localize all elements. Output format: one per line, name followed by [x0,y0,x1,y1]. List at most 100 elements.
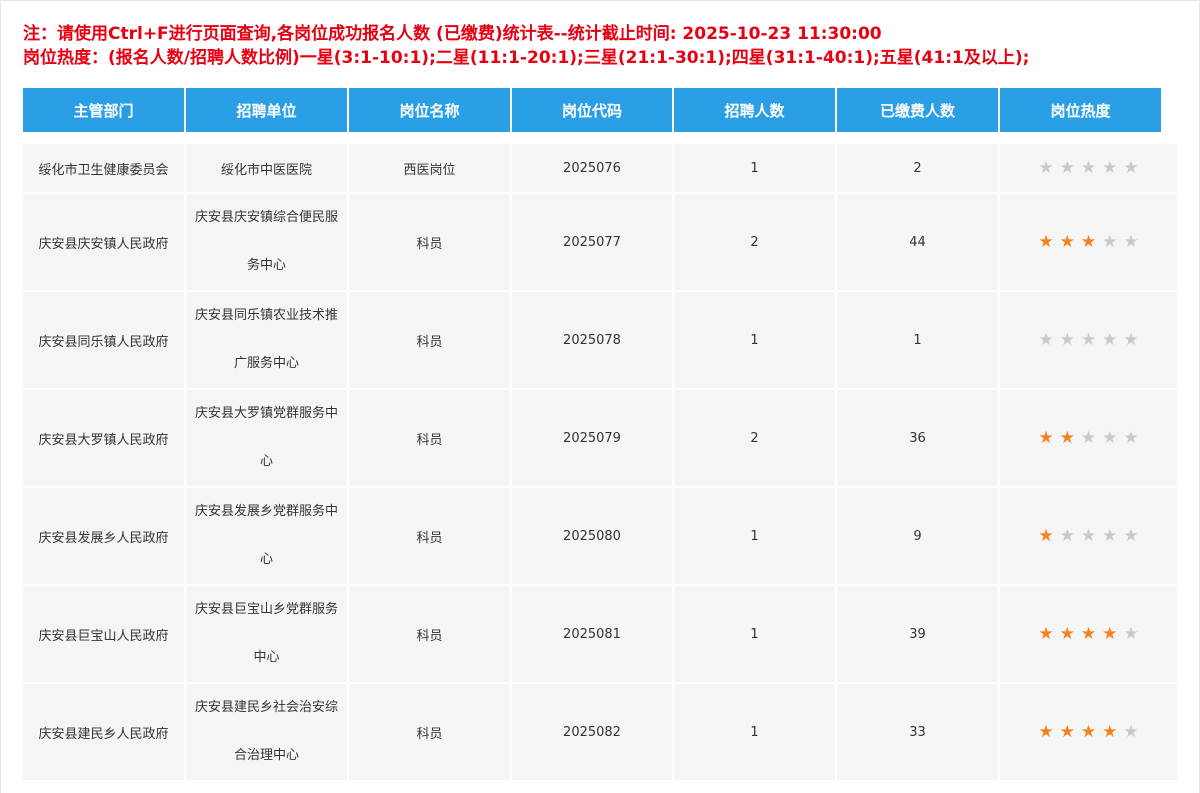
code-cell: 2025079 [512,390,674,486]
code-cell-text: 2025079 [563,430,621,446]
hires-cell: 1 [674,292,837,388]
notice-line-2: 岗位热度：(报名人数/招聘人数比例)一星(3:1-10:1);二星(11:1-2… [23,48,1030,68]
paid-cell-text: 2 [913,160,922,176]
paid-cell: 2 [837,144,1000,192]
notice-line-1: 注：请使用Ctrl+F进行页面查询,各岗位成功报名人数 (已缴费)统计表--统计… [23,24,882,44]
paid-cell: 39 [837,586,1000,682]
dept-cell-text: 庆安县巨宝山人民政府 [38,628,169,644]
table-row: 庆安县庆安镇人民政府 庆安县庆安镇综合便民服务中心 科员 2025077 2 44 ★ ★ ★ ★… [23,194,1177,292]
header-dept: 主管部门 [23,88,186,132]
star-icon: ★ [1080,329,1097,350]
heat-cell: ★ ★ ★ ★ ★ [1000,488,1177,584]
star-icon: ★ [1038,427,1054,448]
paid-cell-text: 36 [909,430,926,446]
dept-cell-text: 庆安县大罗镇人民政府 [38,432,169,448]
dept-cell-text: 庆安县发展乡人民政府 [38,530,169,546]
star-icon: ★ [1123,623,1139,644]
star-icon: ★ [1123,427,1139,448]
code-cell-text: 2025082 [563,724,621,740]
star-icon: ★ [1038,623,1054,644]
unit-cell: 庆安县同乐镇农业技术推广服务中心 [186,292,349,388]
star-icon: ★ [1123,329,1139,350]
header-hires: 招聘人数 [674,88,837,132]
star-icon: ★ [1123,525,1139,546]
star-icon: ★ [1080,721,1097,742]
paid-cell: 44 [837,194,1000,290]
heat-cell: ★ ★ ★ ★ ★ [1000,586,1177,682]
dept-cell: 庆安县大罗镇人民政府 [23,390,186,486]
unit-cell: 庆安县发展乡党群服务中心 [186,488,349,584]
unit-cell-text: 庆安县巨宝山乡党群服务中心 [194,602,338,665]
position-cell: 科员 [349,586,512,682]
position-cell-text: 科员 [416,628,443,644]
dept-cell-text: 庆安县庆安镇人民政府 [38,236,169,252]
hires-cell: 2 [674,390,837,486]
star-icon: ★ [1059,525,1075,546]
star-icon: ★ [1038,157,1054,178]
dept-cell-text: 庆安县建民乡人民政府 [38,726,169,742]
position-cell-text: 科员 [416,236,443,252]
code-cell-text: 2025080 [563,528,621,544]
unit-cell: 庆安县建民乡社会治安综合治理中心 [186,684,349,780]
code-cell-text: 2025081 [563,626,621,642]
star-icon: ★ [1038,329,1054,350]
dept-cell: 庆安县巨宝山人民政府 [23,586,186,682]
hires-cell-text: 1 [750,724,759,740]
star-icon: ★ [1038,721,1054,742]
hires-cell: 1 [674,488,837,584]
heat-cell: ★ ★ ★ ★ ★ [1000,390,1177,486]
dept-cell: 庆安县同乐镇人民政府 [23,292,186,388]
star-icon: ★ [1059,623,1075,644]
hires-cell-text: 1 [750,160,759,176]
table-header: 主管部门 招聘单位 岗位名称 岗位代码 招聘人数 已缴费人数 岗位热度 [23,88,1161,132]
header-unit: 招聘单位 [186,88,349,132]
paid-cell-text: 44 [909,234,926,250]
star-icon: ★ [1102,427,1118,448]
star-rating: ★ ★ ★ ★ ★ [1038,525,1139,546]
position-cell: 科员 [349,390,512,486]
position-cell: 西医岗位 [349,144,512,192]
unit-cell-text: 绥化市中医医院 [220,162,312,178]
header-position: 岗位名称 [349,88,512,132]
hires-cell-text: 1 [750,528,759,544]
header-paid: 已缴费人数 [837,88,1000,132]
star-icon: ★ [1102,329,1118,350]
unit-cell-text: 庆安县同乐镇农业技术推广服务中心 [194,308,338,371]
paid-cell-text: 39 [909,626,926,642]
star-icon: ★ [1080,525,1097,546]
star-icon: ★ [1059,427,1075,448]
position-cell: 科员 [349,684,512,780]
star-rating: ★ ★ ★ ★ ★ [1038,157,1138,178]
hires-cell-text: 2 [750,234,759,250]
table-row: 绥化市卫生健康委员会 绥化市中医医院 西医岗位 2025076 1 2 ★ ★ ★ ★ ★ [23,144,1177,194]
heat-cell: ★ ★ ★ ★ ★ [1000,292,1177,388]
star-icon: ★ [1038,231,1054,252]
dept-cell: 庆安县建民乡人民政府 [23,684,186,780]
star-rating: ★ ★ ★ ★ ★ [1038,329,1139,350]
table-body: 绥化市卫生健康委员会 绥化市中医医院 西医岗位 2025076 1 2 ★ ★ ★ ★ ★ 庆安县庆安… [23,144,1177,793]
code-cell: 2025078 [512,292,674,388]
dept-cell: 庆安县庆安镇人民政府 [23,194,186,290]
dept-cell: 庆安县发展乡人民政府 [23,488,186,584]
position-cell: 科员 [349,488,512,584]
hires-cell: 2 [674,194,837,290]
code-cell: 2025080 [512,488,674,584]
table-row: 庆安县巨宝山人民政府 庆安县巨宝山乡党群服务中心 科员 2025081 1 39 ★ ★ ★ ★ ★ [23,586,1177,684]
unit-cell-text: 庆安县庆安镇综合便民服务中心 [194,210,338,273]
star-icon: ★ [1102,157,1118,178]
position-cell-text: 西医岗位 [403,162,456,178]
paid-cell-text: 9 [913,528,922,544]
star-icon: ★ [1080,623,1097,644]
star-icon: ★ [1038,525,1054,546]
table-row: 庆安县建民乡人民政府 庆安县建民乡社会治安综合治理中心 科员 2025082 1 33 ★ ★… [23,684,1177,782]
hires-cell: 1 [674,144,837,192]
heat-cell: ★ ★ ★ ★ ★ [1000,144,1177,192]
table-row: 庆安县同乐镇人民政府 庆安县同乐镇农业技术推广服务中心 科员 2025078 1 1 ★ ★ ★… [23,292,1177,390]
hires-cell-text: 1 [750,626,759,642]
position-cell-text: 科员 [416,334,443,350]
star-icon: ★ [1102,721,1118,742]
star-icon: ★ [1059,157,1075,178]
star-icon: ★ [1123,721,1139,742]
code-cell-text: 2025078 [563,332,621,348]
star-rating: ★ ★ ★ ★ ★ [1038,231,1138,252]
